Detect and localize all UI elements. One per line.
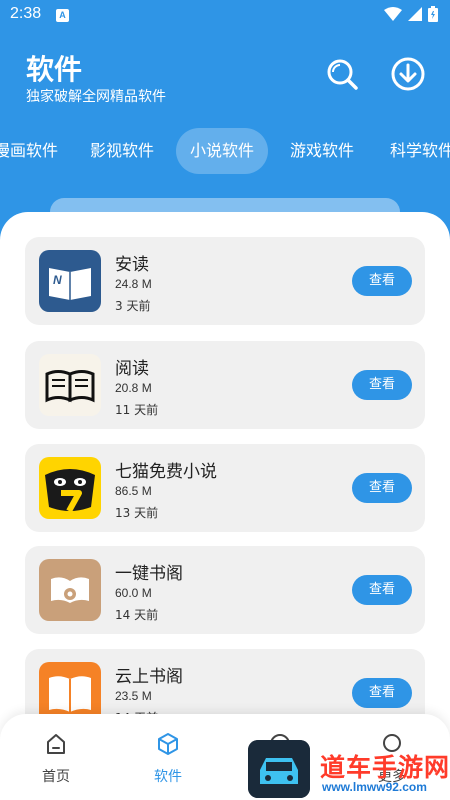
svg-text:N: N (53, 273, 62, 287)
nav-home-label: 首页 (42, 769, 70, 785)
watermark-text: 道车手游网 (320, 753, 450, 782)
watermark-logo-icon (248, 740, 310, 798)
cube-icon (158, 733, 178, 755)
app-card[interactable]: 阅读 20.8 M 11 天前 查看 (25, 341, 425, 429)
app-name: 一键书阁 (115, 564, 183, 584)
app-name: 阅读 (115, 359, 149, 379)
battery-icon (428, 6, 438, 22)
book-icon (39, 354, 101, 416)
tab-novel[interactable]: 小说软件 (176, 128, 269, 174)
app-date: 13 天前 (115, 506, 159, 520)
category-tabs: 漫画软件 影视软件 小说软件 游戏软件 科学软件 (0, 128, 450, 174)
tab-video[interactable]: 影视软件 (90, 128, 154, 174)
nav-software[interactable]: 软件 (138, 732, 198, 786)
app-date: 11 天前 (115, 403, 159, 417)
app-card[interactable]: 一键书阁 60.0 M 14 天前 查看 (25, 546, 425, 634)
book-open-icon: N (39, 250, 101, 312)
signal-icon (408, 7, 422, 21)
view-button[interactable]: 查看 (352, 678, 412, 708)
page-subtitle: 独家破解全网精品软件 (26, 89, 166, 105)
nav-software-label: 软件 (154, 769, 182, 785)
app-list-panel: N 安读 24.8 M 3 天前 查看 阅读 20.8 M 11 天前 查看 七… (0, 212, 450, 800)
app-card[interactable]: 七猫免费小说 86.5 M 13 天前 查看 (25, 444, 425, 532)
tab-comic[interactable]: 漫画软件 (0, 128, 58, 174)
app-name: 云上书阁 (115, 667, 183, 687)
wifi-icon (384, 7, 402, 21)
status-icons (384, 6, 438, 22)
status-bar: 2:38 A (0, 0, 450, 32)
view-button[interactable]: 查看 (352, 575, 412, 605)
app-size: 23.5 M (115, 689, 152, 703)
tab-game[interactable]: 游戏软件 (290, 128, 354, 174)
page-title: 软件 (26, 53, 83, 86)
search-icon[interactable] (324, 56, 360, 92)
app-size: 86.5 M (115, 484, 152, 498)
view-button[interactable]: 查看 (352, 473, 412, 503)
app-name: 安读 (115, 255, 149, 275)
nav-home[interactable]: 首页 (26, 732, 86, 786)
download-icon[interactable] (390, 56, 426, 92)
view-button[interactable]: 查看 (352, 266, 412, 296)
status-time: 2:38 (10, 5, 42, 22)
watermark-url: www.lmww92.com (322, 780, 427, 794)
app-date: 3 天前 (115, 299, 151, 313)
app-card[interactable]: N 安读 24.8 M 3 天前 查看 (25, 237, 425, 325)
tab-science[interactable]: 科学软件 (390, 128, 450, 174)
cat-icon (39, 457, 101, 519)
pavilion-book-icon (39, 559, 101, 621)
home-icon (47, 734, 65, 754)
notification-badge-icon: A (56, 9, 69, 22)
app-size: 20.8 M (115, 381, 152, 395)
app-size: 24.8 M (115, 277, 152, 291)
view-button[interactable]: 查看 (352, 370, 412, 400)
app-name: 七猫免费小说 (115, 462, 217, 482)
app-date: 14 天前 (115, 608, 159, 622)
app-size: 60.0 M (115, 586, 152, 600)
